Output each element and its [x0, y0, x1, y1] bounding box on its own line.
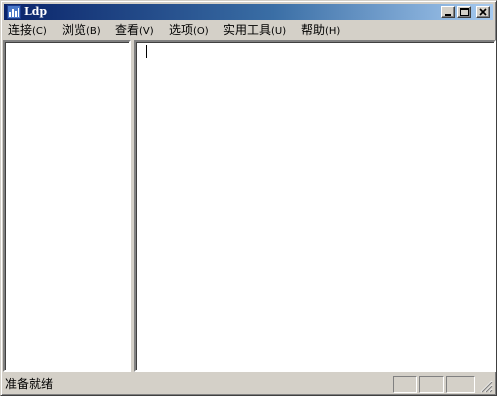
menu-options-label: 选项	[169, 23, 194, 37]
window-title: Ldp	[24, 5, 48, 18]
title-bar[interactable]: Ldp	[4, 4, 493, 20]
menu-browse-hotkey: (B)	[86, 26, 101, 37]
text-caret	[146, 45, 147, 58]
ldp-window: Ldp 连接(C) 浏览(B) 查看(V) 选项(O) 实用工具(U) 帮助(H…	[0, 0, 497, 396]
menu-browse-label: 浏览	[62, 23, 87, 37]
ldp-app-icon[interactable]	[6, 4, 22, 20]
status-bar: 准备就绪	[3, 374, 496, 394]
status-panel-1	[393, 376, 417, 393]
resize-grip-icon[interactable]	[480, 380, 493, 393]
maximize-icon	[460, 8, 469, 16]
menu-help-hotkey: (H)	[325, 26, 341, 37]
menu-view[interactable]: 查看(V)	[115, 23, 154, 39]
menu-connection[interactable]: 连接(C)	[8, 23, 47, 39]
menu-view-hotkey: (V)	[139, 26, 154, 37]
minimize-button[interactable]	[441, 6, 455, 18]
minimize-icon	[445, 14, 451, 16]
menu-help-label: 帮助	[301, 23, 326, 37]
output-pane[interactable]	[134, 40, 496, 372]
menu-browse[interactable]: 浏览(B)	[62, 23, 101, 39]
menu-utilities-label: 实用工具	[223, 23, 272, 37]
menu-utilities[interactable]: 实用工具(U)	[223, 23, 286, 39]
menu-options[interactable]: 选项(O)	[169, 23, 209, 39]
menu-utilities-hotkey: (U)	[271, 26, 287, 37]
close-button[interactable]	[476, 6, 490, 18]
menu-connection-label: 连接	[8, 23, 33, 37]
status-text: 准备就绪	[5, 377, 54, 391]
tree-pane[interactable]	[3, 40, 131, 372]
maximize-button[interactable]	[457, 6, 471, 18]
close-icon	[479, 8, 487, 16]
menu-bar: 连接(C) 浏览(B) 查看(V) 选项(O) 实用工具(U) 帮助(H)	[4, 21, 493, 39]
menu-view-label: 查看	[115, 23, 140, 37]
status-panel-3	[446, 376, 475, 393]
menu-help[interactable]: 帮助(H)	[301, 23, 340, 39]
status-panel-2	[419, 376, 444, 393]
menu-options-hotkey: (O)	[193, 26, 209, 37]
menu-connection-hotkey: (C)	[32, 26, 47, 37]
